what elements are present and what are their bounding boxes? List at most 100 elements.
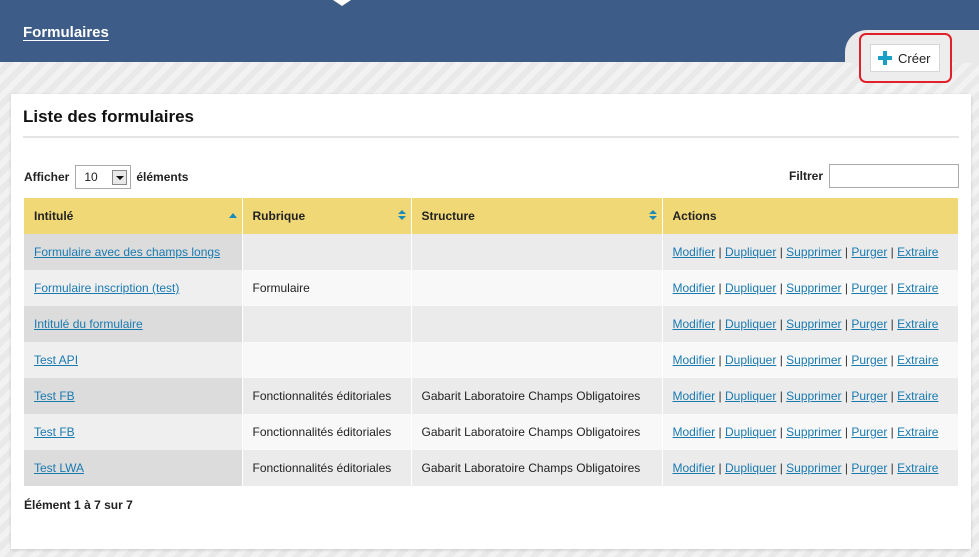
purge-link[interactable]: Purger <box>851 245 887 259</box>
action-separator: | <box>715 461 725 475</box>
action-separator: | <box>887 245 898 259</box>
action-separator: | <box>715 425 725 439</box>
table-row: Test LWA Fonctionnalités éditoriales Gabar… <box>24 450 958 486</box>
create-button[interactable]: Créer <box>870 44 940 72</box>
page-length-select[interactable]: 10 <box>75 165 132 189</box>
extract-link[interactable]: Extraire <box>897 353 938 367</box>
create-button-label: Créer <box>898 50 931 66</box>
page-title[interactable]: Formulaires <box>23 24 109 41</box>
table-row: Formulaire avec des champs longs Modifier… <box>24 234 958 270</box>
duplicate-link[interactable]: Dupliquer <box>725 389 776 403</box>
extract-link[interactable]: Extraire <box>897 317 938 331</box>
cell-actions: Modifier | Dupliquer | Supprimer | Purge… <box>662 270 958 306</box>
duplicate-link[interactable]: Dupliquer <box>725 317 776 331</box>
action-separator: | <box>887 353 898 367</box>
form-title-link[interactable]: Test FB <box>34 425 75 439</box>
modify-link[interactable]: Modifier <box>673 461 716 475</box>
delete-link[interactable]: Supprimer <box>786 461 841 475</box>
cell-actions: Modifier | Dupliquer | Supprimer | Purge… <box>662 234 958 270</box>
duplicate-link[interactable]: Dupliquer <box>725 281 776 295</box>
extract-link[interactable]: Extraire <box>897 461 938 475</box>
table-header-row: Intitulé Rubrique Structure Actions <box>24 198 958 234</box>
action-separator: | <box>841 389 852 403</box>
action-separator: | <box>887 461 898 475</box>
info-end: 7 <box>94 498 101 512</box>
cell-actions: Modifier | Dupliquer | Supprimer | Purge… <box>662 306 958 342</box>
form-title-link[interactable]: Test LWA <box>34 461 84 475</box>
forms-list-panel: Liste des formulaires Afficher 10 élémen… <box>11 94 971 549</box>
modify-link[interactable]: Modifier <box>673 245 716 259</box>
duplicate-link[interactable]: Dupliquer <box>725 245 776 259</box>
purge-link[interactable]: Purger <box>851 281 887 295</box>
cell-intitule: Formulaire inscription (test) <box>24 270 243 306</box>
info-total: 7 <box>126 498 133 512</box>
cell-structure <box>411 306 663 342</box>
action-separator: | <box>776 245 787 259</box>
column-header-structure[interactable]: Structure <box>411 198 663 234</box>
cell-rubrique: Fonctionnalités éditoriales <box>242 450 412 486</box>
form-title-link[interactable]: Test API <box>34 353 78 367</box>
cell-structure: Gabarit Laboratoire Champs Obligatoires <box>411 450 663 486</box>
action-separator: | <box>776 461 787 475</box>
forms-table: Intitulé Rubrique Structure Actions Form… <box>24 198 958 486</box>
action-separator: | <box>887 317 898 331</box>
purge-link[interactable]: Purger <box>851 353 887 367</box>
column-header-intitule[interactable]: Intitulé <box>24 198 243 234</box>
duplicate-link[interactable]: Dupliquer <box>725 353 776 367</box>
form-title-link[interactable]: Formulaire inscription (test) <box>34 281 179 295</box>
purge-link[interactable]: Purger <box>851 425 887 439</box>
duplicate-link[interactable]: Dupliquer <box>725 425 776 439</box>
action-separator: | <box>841 353 852 367</box>
column-header-rubrique[interactable]: Rubrique <box>242 198 412 234</box>
column-label: Structure <box>421 209 475 223</box>
purge-link[interactable]: Purger <box>851 317 887 331</box>
filter-input[interactable] <box>829 164 959 188</box>
action-separator: | <box>776 389 787 403</box>
table-row: Intitulé du formulaire Modifier | Dupliqu… <box>24 306 958 342</box>
modify-link[interactable]: Modifier <box>673 425 716 439</box>
table-body: Formulaire avec des champs longs Modifier… <box>24 234 958 486</box>
delete-link[interactable]: Supprimer <box>786 389 841 403</box>
cell-intitule: Test LWA <box>24 450 243 486</box>
column-label: Intitulé <box>34 209 74 223</box>
action-separator: | <box>887 425 898 439</box>
cell-structure <box>411 234 663 270</box>
delete-link[interactable]: Supprimer <box>786 281 841 295</box>
duplicate-link[interactable]: Dupliquer <box>725 461 776 475</box>
action-separator: | <box>715 245 725 259</box>
table-row: Test API Modifier | Dupliquer | Supprimer… <box>24 342 958 378</box>
purge-link[interactable]: Purger <box>851 389 887 403</box>
column-label: Actions <box>672 209 717 223</box>
cell-intitule: Test API <box>24 342 243 378</box>
extract-link[interactable]: Extraire <box>897 281 938 295</box>
chevron-down-icon[interactable] <box>112 169 128 185</box>
delete-link[interactable]: Supprimer <box>786 353 841 367</box>
extract-link[interactable]: Extraire <box>897 425 938 439</box>
cell-intitule: Test FB <box>24 414 243 450</box>
cell-structure: Gabarit Laboratoire Champs Obligatoires <box>411 414 663 450</box>
action-separator: | <box>776 317 787 331</box>
info-word-total: sur <box>104 498 123 512</box>
form-title-link[interactable]: Test FB <box>34 389 75 403</box>
cell-actions: Modifier | Dupliquer | Supprimer | Purge… <box>662 342 958 378</box>
extract-link[interactable]: Extraire <box>897 389 938 403</box>
table-row: Test FB Fonctionnalités éditoriales Gabari… <box>24 378 958 414</box>
modify-link[interactable]: Modifier <box>673 317 716 331</box>
filter-label: Filtrer <box>788 169 823 183</box>
form-title-link[interactable]: Formulaire avec des champs longs <box>34 245 220 259</box>
purge-link[interactable]: Purger <box>851 461 887 475</box>
action-separator: | <box>841 461 852 475</box>
cell-intitule: Formulaire avec des champs longs <box>24 234 243 270</box>
delete-link[interactable]: Supprimer <box>786 245 841 259</box>
delete-link[interactable]: Supprimer <box>786 425 841 439</box>
form-title-link[interactable]: Intitulé du formulaire <box>34 317 143 331</box>
delete-link[interactable]: Supprimer <box>786 317 841 331</box>
extract-link[interactable]: Extraire <box>897 245 938 259</box>
action-separator: | <box>887 389 898 403</box>
modify-link[interactable]: Modifier <box>673 389 716 403</box>
modify-link[interactable]: Modifier <box>673 353 716 367</box>
length-prefix: Afficher <box>24 170 70 184</box>
modify-link[interactable]: Modifier <box>673 281 716 295</box>
title-divider <box>23 136 959 138</box>
cell-rubrique: Formulaire <box>242 270 412 306</box>
